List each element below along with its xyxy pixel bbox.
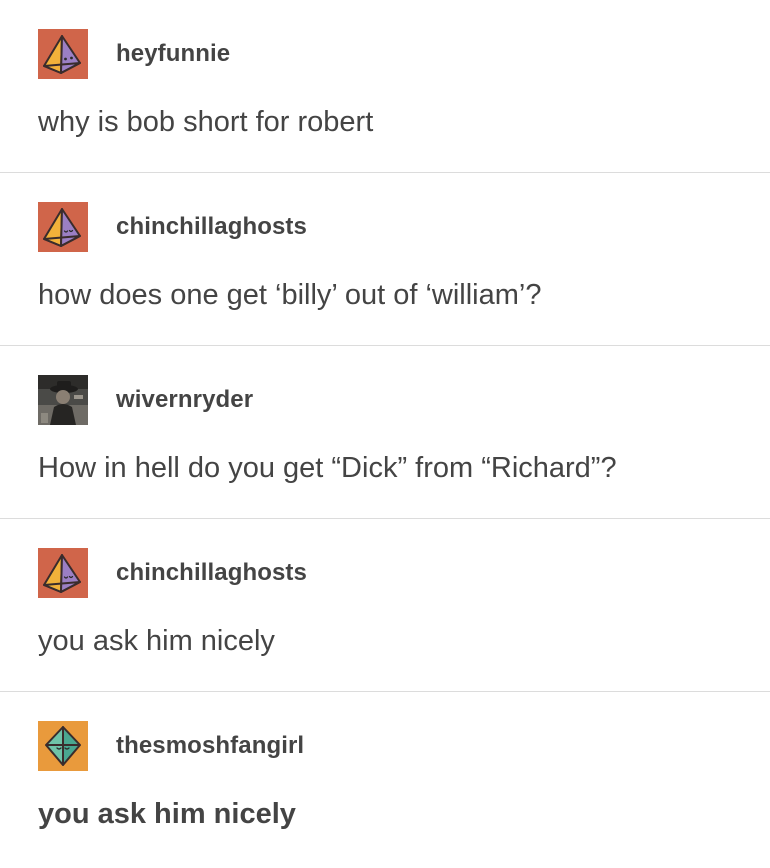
post-header: chinchillaghosts (38, 548, 307, 598)
post-body-text: you ask him nicely (38, 798, 296, 830)
post-username[interactable]: chinchillaghosts (116, 213, 307, 241)
thread-post: wivernryder How in hell do you get “Dick… (0, 346, 770, 519)
thread-post: heyfunnie why is bob short for robert (0, 0, 770, 173)
post-body-text: you ask him nicely (38, 625, 275, 657)
pyramid-avatar-icon[interactable] (38, 548, 88, 598)
pyramid-avatar-icon[interactable] (38, 202, 88, 252)
post-body-text: How in hell do you get “Dick” from “Rich… (38, 452, 617, 484)
pyramid-avatar-icon[interactable] (38, 29, 88, 79)
post-username[interactable]: heyfunnie (116, 40, 230, 68)
post-header: heyfunnie (38, 29, 230, 79)
thread-post: chinchillaghosts how does one get ‘billy… (0, 173, 770, 346)
post-username[interactable]: thesmoshfangirl (116, 732, 304, 760)
post-header: chinchillaghosts (38, 202, 307, 252)
post-body-text: why is bob short for robert (38, 106, 374, 138)
photo-avatar-icon[interactable] (38, 375, 88, 425)
post-body-text: how does one get ‘billy’ out of ‘william… (38, 279, 542, 311)
post-username[interactable]: chinchillaghosts (116, 559, 307, 587)
thread-post: chinchillaghosts you ask him nicely (0, 519, 770, 692)
gem-avatar-icon[interactable] (38, 721, 88, 771)
post-header: wivernryder (38, 375, 253, 425)
reblog-thread: heyfunnie why is bob short for robert ch… (0, 0, 770, 868)
post-username[interactable]: wivernryder (116, 386, 253, 414)
thread-post: thesmoshfangirl you ask him nicely (0, 692, 770, 868)
post-header: thesmoshfangirl (38, 721, 304, 771)
